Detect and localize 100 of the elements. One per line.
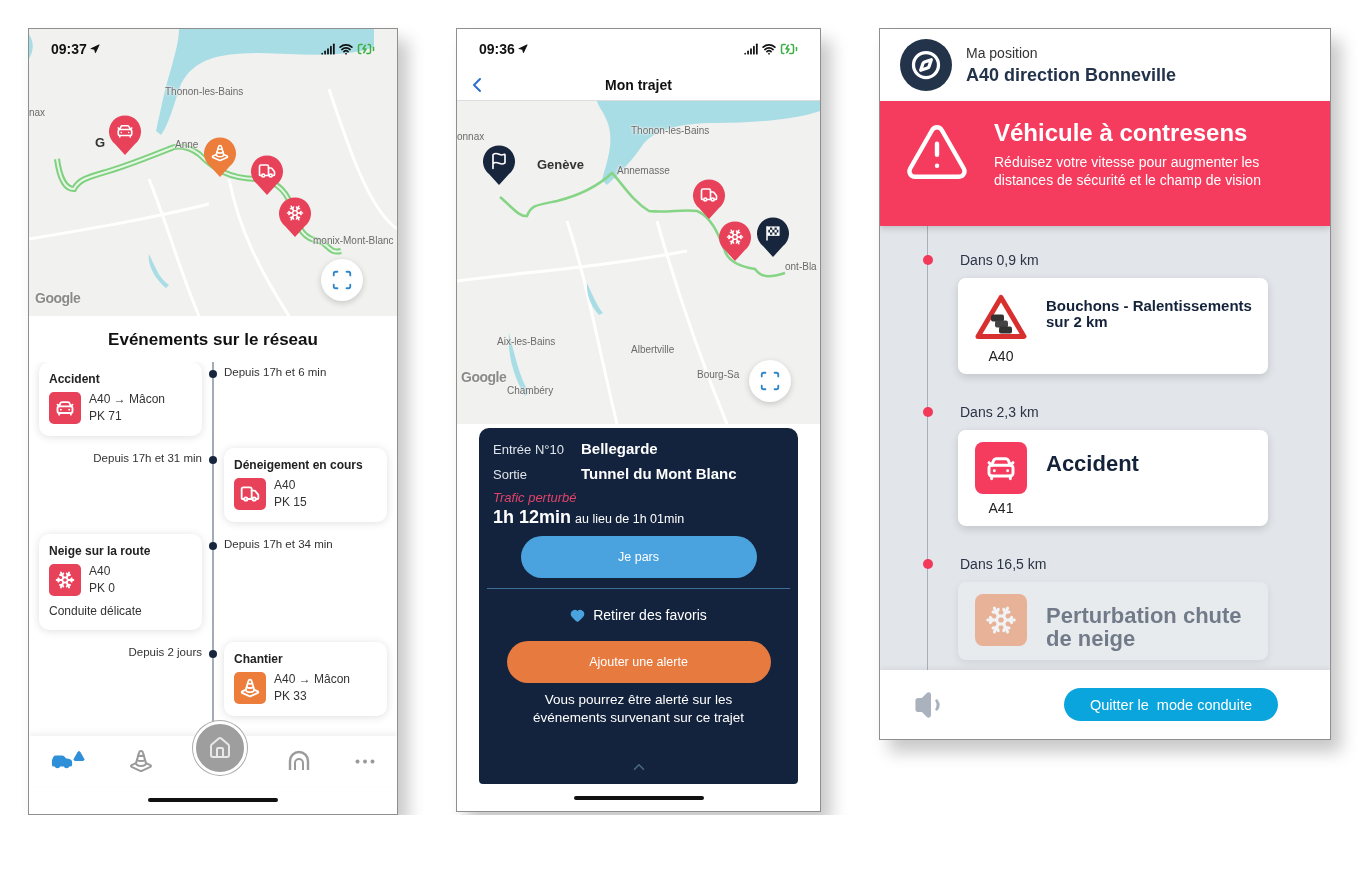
timeline-dot: [923, 559, 933, 569]
event-card[interactable]: Déneigement en cours A40 PK 15: [224, 448, 387, 522]
map-label: Annemasse: [617, 165, 670, 176]
timeline-dot: [923, 255, 933, 265]
alert-note: Vous pourrez être alerté sur les événements survenant sur ce trajet: [532, 691, 745, 727]
timeline-dot: [209, 456, 217, 464]
snowflake-icon: [49, 564, 81, 596]
map-pin[interactable]: [483, 145, 515, 185]
truck-icon: [701, 189, 717, 201]
event-title: Perturbation chute de neige: [1046, 602, 1243, 651]
map-label: Thonon-les-Bains: [631, 125, 710, 136]
event-detail: A40 → Mâcon: [274, 672, 351, 686]
alert-title: Véhicule à contresens: [994, 119, 1249, 147]
event-distance: Dans 2,3 km: [959, 404, 1040, 420]
location-arrow-icon: [517, 44, 528, 54]
event-time: Depuis 17h et 34 min: [224, 537, 334, 550]
usual-duration: au lieu de 1h 01min: [575, 512, 685, 526]
signal-icon: [744, 42, 758, 56]
scan-icon: [331, 269, 353, 291]
position-value: A40 direction Bonneville: [966, 64, 1177, 86]
header-title: Mon trajet: [604, 76, 673, 93]
home-icon: [208, 736, 232, 760]
entry-label: Entrée N°10: [493, 442, 565, 457]
heart-icon: [570, 607, 586, 623]
event-detail: A40 → Mâcon: [89, 392, 166, 406]
scan-icon: [759, 370, 781, 392]
entry-value: Bellegarde: [581, 440, 659, 457]
car-icon: [49, 392, 81, 424]
event-detail: PK 0: [89, 581, 115, 595]
lake-drawing: [586, 283, 603, 315]
snowflake-icon: [975, 594, 1027, 646]
event-distance: Dans 0,9 km: [959, 252, 1040, 268]
wifi-icon: [762, 42, 776, 56]
traffic-status: Trafic perturbé: [493, 490, 578, 505]
alert-message: Réduisez votre vitesse pour augmenter les distances de sécurité et le champ de vision: [994, 153, 1262, 190]
event-title: Chantier: [234, 652, 284, 666]
event-detail: PK 15: [274, 495, 307, 509]
status-time: 09:36: [479, 41, 515, 57]
map-label: G: [95, 135, 106, 150]
event-detail: PK 71: [89, 409, 123, 423]
recenter-button[interactable]: [749, 360, 791, 402]
timeline-dot: [923, 407, 933, 417]
event-detail: PK 33: [274, 689, 308, 703]
map-attribution: Google: [461, 369, 507, 385]
flag-icon: [493, 153, 505, 169]
event-card[interactable]: Perturbation chute de neige: [958, 582, 1268, 661]
status-time: 09:37: [51, 41, 87, 57]
more-icon: [355, 758, 375, 764]
map-label: nax: [29, 107, 46, 118]
event-time: Depuis 17h et 31 min: [92, 451, 202, 464]
event-time: Depuis 2 jours: [127, 645, 202, 658]
exit-label: Sortie: [493, 467, 528, 482]
position-label: Ma position: [966, 44, 1039, 61]
favorite-button[interactable]: Retirer des favoris: [570, 607, 707, 623]
truck-icon: [259, 165, 275, 177]
recenter-button[interactable]: [321, 259, 363, 301]
event-card[interactable]: A41 Accident: [958, 430, 1268, 526]
event-title: Neige sur la route: [49, 544, 152, 558]
event-card[interactable]: Accident A40 → Mâcon PK 71: [39, 362, 202, 436]
tunnel-icon: [287, 749, 311, 773]
truck-icon: [234, 478, 266, 510]
map-label: Bourg-Sa: [697, 369, 740, 380]
event-card[interactable]: Chantier A40 → Mâcon PK 33: [224, 642, 387, 716]
home-tab[interactable]: [193, 721, 247, 775]
event-title: Déneigement en cours: [234, 458, 364, 472]
lake-drawing: [148, 254, 169, 288]
signal-icon: [321, 42, 335, 56]
car-icon: [975, 442, 1027, 494]
snowflake-icon: [727, 230, 743, 244]
road-name: A40: [988, 348, 1014, 364]
event-time: Depuis 17h et 6 min: [224, 365, 328, 378]
screen-title: Evénements sur le réseau: [107, 330, 319, 350]
timeline-dot: [209, 542, 217, 550]
exit-value: Tunnel du Mont Blanc: [581, 465, 738, 482]
map-label: onnax: [457, 131, 485, 142]
event-detail: A40: [89, 564, 112, 578]
trip-duration: 1h 12min: [493, 507, 572, 528]
car-icon: [118, 125, 132, 137]
map-label: ont-Bla: [785, 261, 817, 272]
map-pin[interactable]: [757, 217, 789, 257]
location-arrow-icon: [89, 44, 100, 54]
event-card[interactable]: A40 Bouchons - Ralentissements sur 2 km: [958, 278, 1268, 374]
event-title: Bouchons - Ralentissements sur 2 km: [1046, 296, 1252, 332]
wifi-icon: [339, 42, 353, 56]
checkered-flag-icon: [767, 226, 779, 241]
map-label: Chambéry: [507, 385, 554, 396]
event-detail: A40: [274, 478, 297, 492]
traffic-cone-icon: [129, 749, 153, 773]
event-title: Accident: [49, 372, 101, 386]
event-title: Accident: [1046, 450, 1139, 478]
road-name: A41: [988, 500, 1014, 516]
event-note: Conduite délicate: [49, 604, 143, 618]
traffic-cone-icon: [234, 672, 266, 704]
traffic-cone-icon: [212, 145, 228, 161]
timeline-dot: [209, 370, 217, 378]
map-attribution: Google: [35, 290, 81, 306]
compass-icon: [900, 39, 952, 91]
map-label: Aix-les-Bains: [497, 336, 556, 347]
map-label: Albertville: [631, 344, 675, 355]
event-card[interactable]: Neige sur la route A40 PK 0 Conduite délicate: [39, 534, 202, 630]
